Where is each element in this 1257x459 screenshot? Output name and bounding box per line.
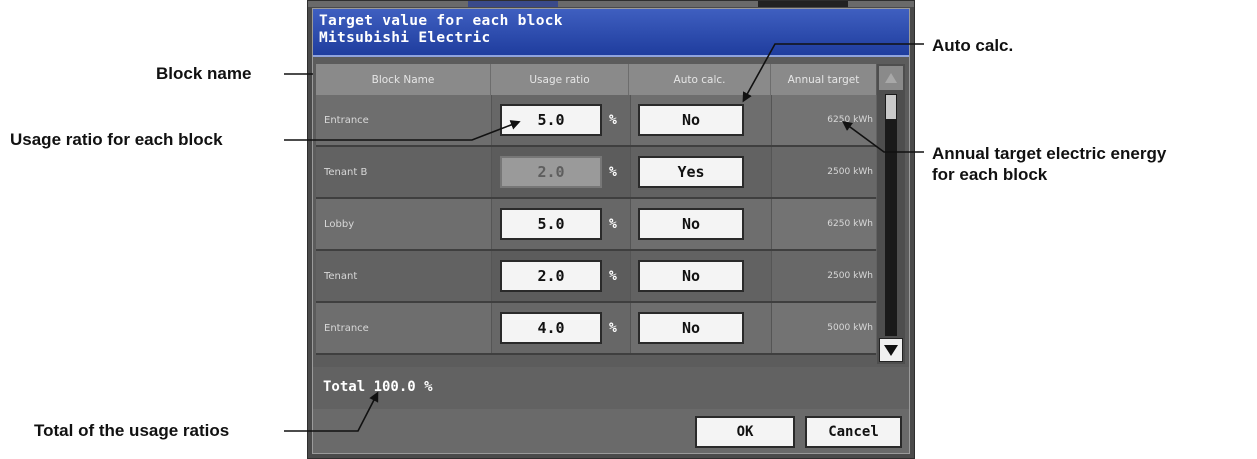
percent-label: % bbox=[609, 216, 617, 232]
target-value-dialog: Target value for each block Mitsubishi E… bbox=[312, 8, 910, 454]
annotation-usage-ratio: Usage ratio for each block bbox=[10, 130, 223, 149]
auto-calc-button[interactable]: No bbox=[638, 260, 744, 292]
annual-unit: kWh bbox=[853, 323, 873, 333]
annual-value: 5000 bbox=[827, 323, 851, 333]
percent-label: % bbox=[609, 164, 617, 180]
usage-ratio-cell: 4.0 % bbox=[491, 303, 631, 353]
top-strip bbox=[308, 1, 914, 7]
annotation-auto-calc: Auto calc. bbox=[932, 36, 1014, 55]
annual-unit: kWh bbox=[853, 167, 873, 177]
annual-target-cell: 2500 kWh bbox=[771, 251, 877, 301]
scroll-down-button[interactable] bbox=[879, 338, 903, 362]
annual-unit: kWh bbox=[853, 115, 873, 125]
top-strip-segment bbox=[758, 1, 848, 7]
usage-ratio-input[interactable]: 5.0 bbox=[500, 104, 602, 136]
table-row: Entrance 5.0 % No 6250 kWh bbox=[316, 95, 877, 147]
table-row: Lobby 5.0 % No 6250 kWh bbox=[316, 199, 877, 251]
scrollbar[interactable] bbox=[877, 64, 905, 364]
annual-value: 6250 bbox=[827, 115, 851, 125]
annual-target-cell: 2500 kWh bbox=[771, 147, 877, 197]
table-row: Entrance 4.0 % No 5000 kWh bbox=[316, 303, 877, 355]
scroll-track[interactable] bbox=[885, 94, 897, 336]
header-auto-calc: Auto calc. bbox=[629, 64, 771, 95]
cancel-button[interactable]: Cancel bbox=[805, 416, 902, 448]
annual-target-value: 5000 kWh bbox=[827, 303, 873, 353]
total-usage-ratio: Total 100.0 % bbox=[323, 379, 433, 395]
header-block-name: Block Name bbox=[316, 64, 491, 95]
annotation-total: Total of the usage ratios bbox=[34, 421, 230, 440]
annual-value: 2500 bbox=[827, 167, 851, 177]
auto-calc-button[interactable]: Yes bbox=[638, 156, 744, 188]
annual-target-cell: 5000 kWh bbox=[771, 303, 877, 353]
annual-unit: kWh bbox=[853, 219, 873, 229]
screen-frame: Target value for each block Mitsubishi E… bbox=[307, 0, 915, 459]
auto-calc-button[interactable]: No bbox=[638, 312, 744, 344]
auto-calc-button[interactable]: No bbox=[638, 104, 744, 136]
block-name-cell: Entrance bbox=[324, 114, 369, 126]
annual-target-cell: 6250 kWh bbox=[771, 199, 877, 249]
ok-button[interactable]: OK bbox=[695, 416, 795, 448]
usage-ratio-cell: 2.0 % bbox=[491, 147, 631, 197]
annual-target-value: 2500 kWh bbox=[827, 147, 873, 197]
header-usage-ratio: Usage ratio bbox=[491, 64, 629, 95]
percent-label: % bbox=[609, 320, 617, 336]
usage-ratio-cell: 5.0 % bbox=[491, 199, 631, 249]
top-strip-segment bbox=[468, 1, 558, 7]
annual-value: 2500 bbox=[827, 271, 851, 281]
annotation-annual-line1: Annual target electric energy bbox=[932, 144, 1167, 163]
annual-target-cell: 6250 kWh bbox=[771, 95, 877, 145]
total-area: Total 100.0 % bbox=[313, 367, 909, 409]
dialog-subtitle: Mitsubishi Electric bbox=[319, 30, 491, 46]
usage-ratio-cell: 5.0 % bbox=[491, 95, 631, 145]
dialog-footer: OK Cancel bbox=[313, 409, 909, 453]
table-row: Tenant B 2.0 % Yes 2500 kWh bbox=[316, 147, 877, 199]
block-name-cell: Tenant B bbox=[324, 166, 368, 178]
arrow-down-icon bbox=[884, 345, 898, 356]
annual-value: 6250 bbox=[827, 219, 851, 229]
usage-ratio-cell: 2.0 % bbox=[491, 251, 631, 301]
dialog-title: Target value for each block bbox=[319, 13, 563, 29]
usage-ratio-input[interactable]: 2.0 bbox=[500, 260, 602, 292]
block-name-cell: Lobby bbox=[324, 218, 355, 230]
usage-ratio-input[interactable]: 5.0 bbox=[500, 208, 602, 240]
usage-ratio-input[interactable]: 4.0 bbox=[500, 312, 602, 344]
scroll-thumb[interactable] bbox=[886, 95, 896, 119]
scroll-up-button[interactable] bbox=[879, 66, 903, 90]
block-name-cell: Entrance bbox=[324, 322, 369, 334]
table-row: Tenant 2.0 % No 2500 kWh bbox=[316, 251, 877, 303]
annual-target-value: 2500 kWh bbox=[827, 251, 873, 301]
annotation-annual-line2: for each block bbox=[932, 165, 1048, 184]
annual-target-value: 6250 kWh bbox=[827, 95, 873, 145]
auto-calc-button[interactable]: No bbox=[638, 208, 744, 240]
annual-unit: kWh bbox=[853, 271, 873, 281]
block-name-cell: Tenant bbox=[324, 270, 358, 282]
annual-target-value: 6250 kWh bbox=[827, 199, 873, 249]
dialog-title-bar: Target value for each block Mitsubishi E… bbox=[313, 9, 909, 57]
percent-label: % bbox=[609, 112, 617, 128]
annotation-block-name: Block name bbox=[156, 64, 252, 83]
percent-label: % bbox=[609, 268, 617, 284]
arrow-up-icon bbox=[885, 73, 897, 83]
usage-ratio-input: 2.0 bbox=[500, 156, 602, 188]
header-annual-target: Annual target bbox=[771, 64, 876, 95]
